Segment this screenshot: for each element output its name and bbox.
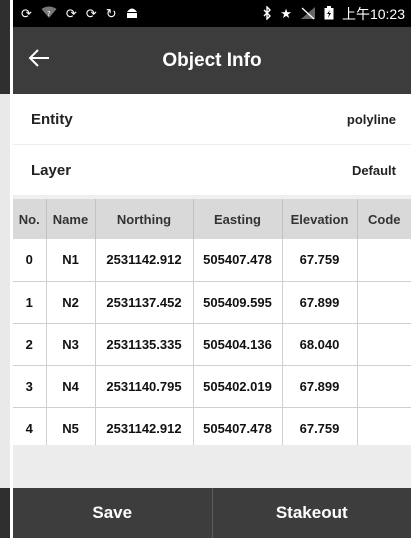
cell-name: N2 xyxy=(46,281,96,324)
cell-easting: 505404.136 xyxy=(193,323,283,366)
star-icon: ★ xyxy=(280,6,292,21)
cell-elevation: 68.040 xyxy=(282,323,358,366)
arrow-left-icon xyxy=(27,48,51,73)
refresh-icon: ↻ xyxy=(105,6,117,21)
table-row[interactable]: 1 N2 2531137.452 505409.595 67.899 xyxy=(13,281,411,324)
cell-northing: 2531142.912 xyxy=(95,239,194,282)
cell-elevation: 67.759 xyxy=(282,239,358,282)
background-app-edge xyxy=(0,0,10,538)
cell-northing: 2531140.795 xyxy=(95,365,194,408)
page-title: Object Info xyxy=(162,49,262,71)
column-header-easting: Easting xyxy=(193,199,283,239)
status-icons-right: ★ 上午10:23 xyxy=(262,4,405,24)
table-row[interactable]: 2 N3 2531135.335 505404.136 68.040 xyxy=(13,323,411,366)
cell-code xyxy=(357,407,411,450)
status-time: 上午10:23 xyxy=(341,5,405,22)
android-icon xyxy=(126,6,138,22)
cell-no: 0 xyxy=(13,239,47,282)
cell-code xyxy=(357,239,411,282)
cell-name: N5 xyxy=(46,407,96,450)
column-header-no: No. xyxy=(13,199,47,239)
signal-icon xyxy=(300,6,316,22)
layer-value: Default xyxy=(351,162,396,178)
cell-northing: 2531135.335 xyxy=(95,323,194,366)
column-header-code: Code xyxy=(368,211,401,227)
cell-easting: 505407.478 xyxy=(193,239,283,282)
cell-code xyxy=(357,281,411,324)
status-bar: ⟳ ? ⟳ ⟳ ↻ ★ 上午10:23 xyxy=(13,0,411,27)
cell-easting: 505409.595 xyxy=(193,281,283,324)
cell-easting: 505407.478 xyxy=(193,407,283,450)
wifi-question-icon: ? xyxy=(41,6,57,21)
entity-value: polyline xyxy=(346,111,396,127)
sync-icon: ⟳ xyxy=(65,6,77,21)
sync-icon: ⟳ xyxy=(85,6,97,21)
table-row[interactable]: 0 N1 2531142.912 505407.478 67.759 xyxy=(13,239,411,282)
cell-name: N1 xyxy=(46,239,96,282)
battery-icon xyxy=(324,5,334,22)
cell-code xyxy=(357,323,411,366)
cell-easting: 505402.019 xyxy=(193,365,283,408)
cell-no: 4 xyxy=(13,407,47,450)
cell-code xyxy=(357,365,411,408)
cell-elevation: 67.759 xyxy=(282,407,358,450)
column-header-name: Name xyxy=(46,199,96,239)
save-button[interactable]: Save xyxy=(13,488,212,538)
sync-icon: ⟳ xyxy=(21,6,32,21)
table-empty-area xyxy=(13,445,411,488)
cell-no: 3 xyxy=(13,365,47,408)
table-row[interactable]: 3 N4 2531140.795 505402.019 67.899 xyxy=(13,365,411,408)
cell-elevation: 67.899 xyxy=(282,365,358,408)
background-app-header-edge xyxy=(0,0,10,94)
cell-name: N4 xyxy=(46,365,96,408)
back-button[interactable] xyxy=(15,37,63,85)
column-header-northing: Northing xyxy=(95,199,194,239)
cell-elevation: 67.899 xyxy=(282,281,358,324)
entity-label: Entity xyxy=(31,110,73,128)
layer-row: Layer Default xyxy=(13,145,411,196)
bluetooth-icon xyxy=(262,4,272,22)
stakeout-button[interactable]: Stakeout xyxy=(213,488,411,538)
status-icons-left: ⟳ ? ⟳ ⟳ ↻ xyxy=(21,6,138,22)
entity-row: Entity polyline xyxy=(13,94,411,145)
background-app-footer-edge xyxy=(0,488,10,538)
cell-no: 2 xyxy=(13,323,47,366)
column-header-elevation: Elevation xyxy=(282,199,358,239)
object-info-screen: ⟳ ? ⟳ ⟳ ↻ ★ 上午10:23 Object Info Entity p… xyxy=(13,0,411,538)
table-header-row: No. Name Northing Easting Elevation Code xyxy=(13,199,411,239)
cell-northing: 2531142.912 xyxy=(95,407,194,450)
svg-text:?: ? xyxy=(47,10,51,18)
layer-label: Layer xyxy=(31,161,72,179)
table-row[interactable]: 4 N5 2531142.912 505407.478 67.759 xyxy=(13,407,411,450)
cell-no: 1 xyxy=(13,281,47,324)
cell-northing: 2531137.452 xyxy=(95,281,194,324)
bottom-action-bar: Save Stakeout xyxy=(13,488,411,538)
app-bar: Object Info xyxy=(13,27,411,94)
points-table: No. Name Northing Easting Elevation Code… xyxy=(13,199,411,450)
cell-name: N3 xyxy=(46,323,96,366)
